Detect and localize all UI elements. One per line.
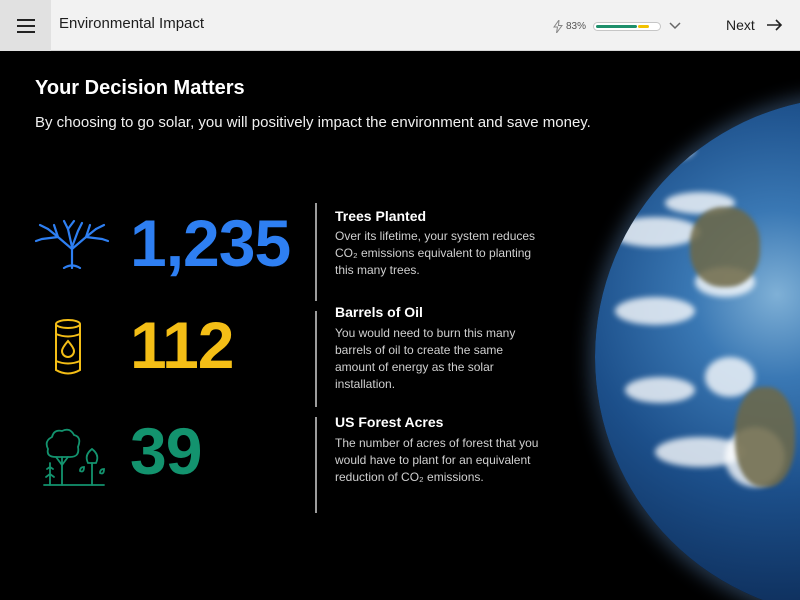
stat-value: 112 — [130, 308, 234, 382]
divider — [315, 203, 317, 301]
stat-us-forest-acres: 39 US Forest Acres The number of acres o… — [0, 413, 600, 513]
tree-icon — [34, 219, 110, 269]
stat-title: Barrels of Oil — [335, 304, 423, 320]
stat-description: The number of acres of forest that you w… — [335, 436, 539, 484]
stat-value: 39 — [130, 414, 202, 488]
forest-icon — [43, 428, 105, 486]
stat-trees-planted: 1,235 Trees Planted Over its lifetime, y… — [0, 201, 600, 301]
section-subheading: By choosing to go solar, you will positi… — [35, 114, 591, 131]
stat-value: 1,235 — [130, 206, 291, 280]
stat-title: US Forest Acres — [335, 414, 444, 430]
stat-title: Trees Planted — [335, 208, 427, 224]
earth-image — [595, 97, 800, 600]
next-button[interactable]: Next — [718, 10, 786, 40]
progress-bar-fill — [596, 24, 638, 28]
progress-bar-fill-accent — [638, 24, 650, 28]
stat-description: You would need to burn this many barrels… — [335, 326, 516, 391]
progress-bar — [593, 21, 661, 31]
page-title: Environmental Impact — [59, 15, 205, 32]
top-bar: Environmental Impact 83% Next — [0, 0, 800, 51]
section-heading: Your Decision Matters — [35, 77, 245, 99]
main-panel: Your Decision Matters By choosing to go … — [0, 51, 800, 600]
menu-button[interactable] — [0, 0, 51, 51]
lightning-icon — [553, 19, 563, 33]
stat-description: Over its lifetime, your system reduces C… — [335, 229, 536, 277]
progress-indicator[interactable]: 83% — [553, 16, 685, 36]
stat-barrels-of-oil: 112 Barrels of Oil You would need to bur… — [0, 303, 600, 407]
divider — [315, 311, 317, 407]
hamburger-icon — [16, 18, 35, 33]
chevron-down-icon[interactable] — [669, 22, 681, 30]
progress-percent: 83% — [566, 20, 587, 32]
divider — [315, 417, 317, 513]
arrow-right-icon — [766, 19, 782, 31]
oil-barrel-icon — [55, 319, 81, 375]
next-button-label: Next — [726, 17, 755, 33]
